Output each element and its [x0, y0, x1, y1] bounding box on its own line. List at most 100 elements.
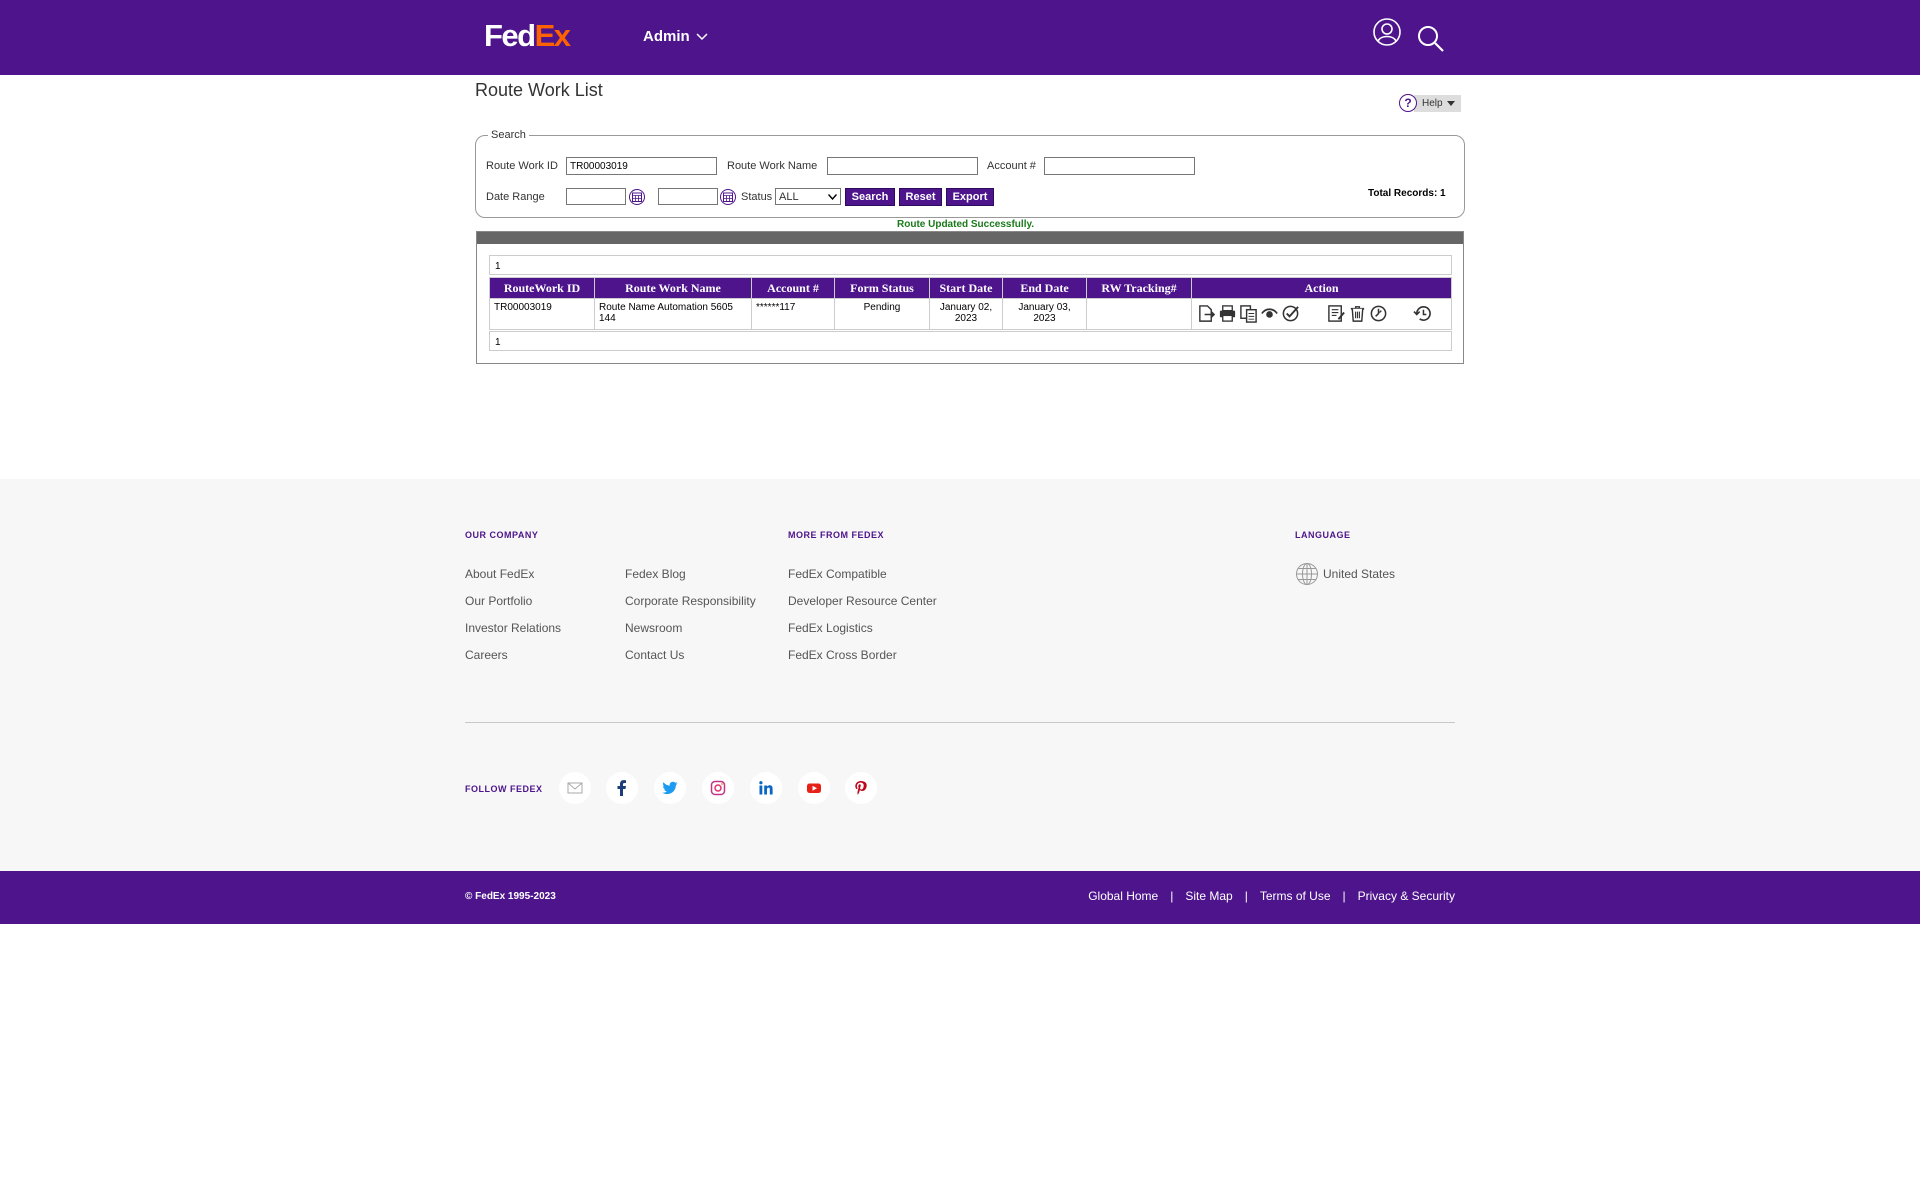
top-nav-bar: FedEx Admin: [0, 0, 1920, 75]
language-selector[interactable]: United States: [1295, 562, 1395, 586]
edit-export-icon[interactable]: [1196, 303, 1217, 324]
help-label: Help: [1422, 97, 1443, 109]
col-header[interactable]: Route Work Name: [594, 277, 752, 299]
global-home-link[interactable]: Global Home: [1088, 889, 1158, 903]
pager-bottom[interactable]: 1: [489, 331, 1452, 351]
bottom-bar: © FedEx 1995-2023 Global Home | Site Map |…: [0, 871, 1920, 924]
account-label: Account #: [987, 160, 1036, 172]
language-value: United States: [1323, 567, 1396, 581]
cell-form-status: Pending: [834, 298, 930, 330]
bottom-links: Global Home | Site Map | Terms of Use | Pri…: [1088, 889, 1455, 903]
user-account-icon[interactable]: [1372, 17, 1402, 47]
separator: |: [1170, 889, 1174, 903]
results-grid: 1 RouteWork ID Route Work Name Account #…: [476, 231, 1464, 364]
success-message: Route Updated Successfully.: [897, 219, 1035, 230]
calendar-to-icon[interactable]: [720, 189, 736, 205]
date-to-input[interactable]: [658, 188, 718, 205]
col-header[interactable]: End Date: [1002, 277, 1087, 299]
status-select[interactable]: ALL: [775, 188, 841, 205]
admin-menu-label: Admin: [643, 28, 690, 45]
history-icon[interactable]: [1412, 303, 1433, 324]
notes-icon[interactable]: [1326, 303, 1347, 324]
total-records: Total Records: 1: [1368, 188, 1446, 199]
footer-link-logistics[interactable]: FedEx Logistics: [788, 621, 873, 635]
delete-icon[interactable]: [1347, 303, 1368, 324]
help-button[interactable]: ? Help: [1399, 93, 1461, 113]
admin-menu[interactable]: Admin: [643, 28, 708, 45]
search-icon[interactable]: [1416, 24, 1446, 54]
footer-link-contact[interactable]: Contact Us: [625, 648, 684, 662]
help-label-box: Help: [1414, 94, 1461, 112]
col-header[interactable]: RouteWork ID: [489, 277, 595, 299]
fedex-logo[interactable]: FedEx: [484, 18, 571, 54]
view-icon[interactable]: [1259, 303, 1280, 324]
copy-icon[interactable]: [1238, 303, 1259, 324]
print-icon[interactable]: [1217, 303, 1238, 324]
chevron-down-icon: [828, 193, 837, 200]
col-header[interactable]: Account #: [751, 277, 835, 299]
timer-icon[interactable]: [1368, 303, 1389, 324]
grid-header-bar: [477, 232, 1463, 244]
instagram-icon[interactable]: [702, 772, 734, 804]
logo-fed-text: Fed: [484, 18, 536, 53]
footer-link-investors[interactable]: Investor Relations: [465, 621, 561, 635]
footer-link-about[interactable]: About FedEx: [465, 567, 534, 581]
globe-icon: [1296, 563, 1318, 585]
calendar-from-icon[interactable]: [629, 189, 645, 205]
account-input[interactable]: [1044, 157, 1195, 175]
footer-link-cross-border[interactable]: FedEx Cross Border: [788, 648, 897, 662]
logo-ex-text: Ex: [534, 18, 571, 53]
footer-link-portfolio[interactable]: Our Portfolio: [465, 594, 532, 608]
chevron-down-icon: [696, 32, 708, 40]
pinterest-icon[interactable]: [845, 772, 877, 804]
footer-link-blog[interactable]: Fedex Blog: [625, 567, 686, 581]
col-header[interactable]: Form Status: [834, 277, 930, 299]
date-range-label: Date Range: [486, 191, 545, 203]
date-from-input[interactable]: [566, 188, 626, 205]
search-button[interactable]: Search: [845, 188, 895, 206]
status-select-value: ALL: [779, 190, 799, 203]
cell-account: ******117: [751, 298, 835, 330]
table-row: TR00003019 Route Name Automation 5605 14…: [489, 298, 1452, 330]
footer-link-newsroom[interactable]: Newsroom: [625, 621, 682, 635]
footer-link-careers[interactable]: Careers: [465, 648, 508, 662]
caret-down-icon: [1446, 100, 1455, 106]
cell-actions: [1191, 298, 1452, 330]
status-label: Status: [741, 191, 773, 203]
footer-our-company-heading: OUR COMPANY: [465, 530, 539, 540]
footer-link-compatible[interactable]: FedEx Compatible: [788, 567, 887, 581]
footer-link-developer[interactable]: Developer Resource Center: [788, 594, 937, 608]
footer-language-heading: LANGUAGE: [1295, 530, 1351, 540]
separator: |: [1342, 889, 1346, 903]
route-work-name-input[interactable]: [827, 157, 978, 175]
route-work-id-input[interactable]: [566, 157, 717, 175]
route-work-name-label: Route Work Name: [727, 160, 818, 172]
page-title: Route Work List: [475, 80, 603, 100]
help-question-icon: ?: [1399, 94, 1417, 112]
pager-top[interactable]: 1: [489, 255, 1452, 275]
cell-start-date: January 02, 2023: [929, 298, 1003, 330]
email-icon[interactable]: [559, 772, 591, 804]
reset-button[interactable]: Reset: [899, 188, 942, 206]
action-icons: [1194, 302, 1449, 324]
terms-of-use-link[interactable]: Terms of Use: [1260, 889, 1331, 903]
cell-end-date: January 03, 2023: [1002, 298, 1087, 330]
cell-route-work-name: Route Name Automation 5605 144: [594, 298, 752, 330]
site-map-link[interactable]: Site Map: [1185, 889, 1232, 903]
col-header[interactable]: Start Date: [929, 277, 1003, 299]
export-button[interactable]: Export: [946, 188, 994, 206]
col-header[interactable]: RW Tracking#: [1086, 277, 1192, 299]
footer-more-heading: MORE FROM FEDEX: [788, 530, 885, 540]
facebook-icon[interactable]: [606, 772, 638, 804]
youtube-icon[interactable]: [798, 772, 830, 804]
footer: OUR COMPANY MORE FROM FEDEX LANGUAGE Abo…: [0, 479, 1920, 871]
cell-routework-id: TR00003019: [489, 298, 595, 330]
linkedin-icon[interactable]: [750, 772, 782, 804]
privacy-security-link[interactable]: Privacy & Security: [1358, 889, 1455, 903]
cell-rw-tracking: [1086, 298, 1192, 330]
results-table: RouteWork ID Route Work Name Account # F…: [489, 277, 1452, 330]
footer-divider: [465, 722, 1455, 723]
twitter-icon[interactable]: [654, 772, 686, 804]
approve-icon[interactable]: [1280, 303, 1301, 324]
footer-link-responsibility[interactable]: Corporate Responsibility: [625, 594, 756, 608]
